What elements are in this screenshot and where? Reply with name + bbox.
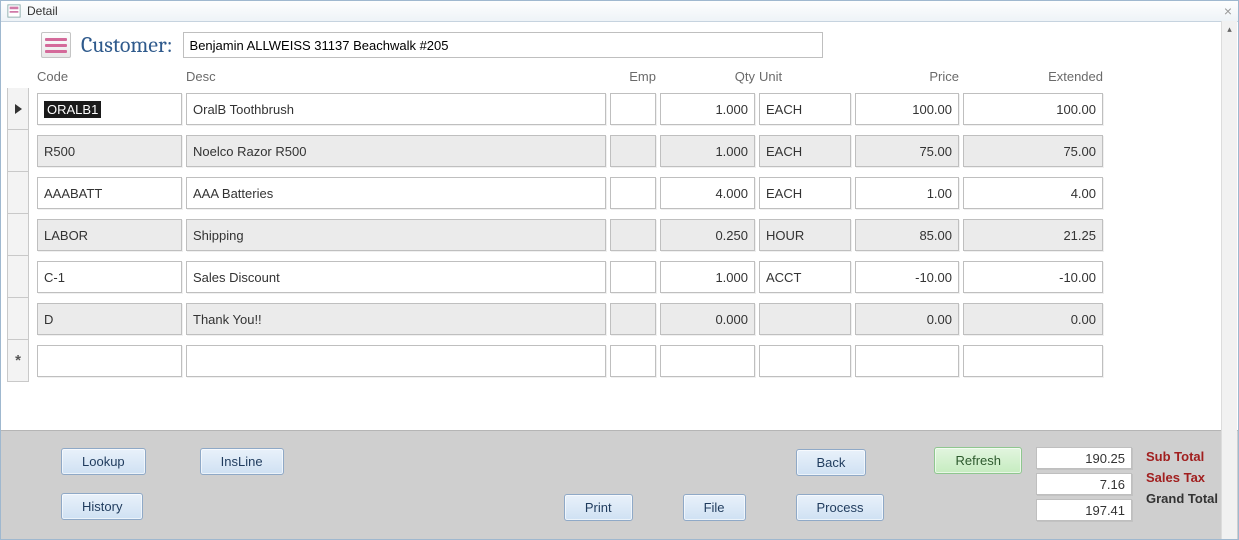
lookup-button[interactable]: Lookup (61, 448, 146, 475)
cell-code[interactable]: C-1 (37, 261, 182, 293)
cell-ext[interactable]: 4.00 (963, 177, 1103, 209)
cell-unit[interactable] (759, 303, 851, 335)
subtotal-label: Sub Total (1146, 449, 1218, 464)
row-selector[interactable] (7, 214, 29, 256)
grandtotal-value: 197.41 (1036, 499, 1132, 521)
col-header-unit: Unit (759, 69, 851, 84)
col-header-desc: Desc (186, 69, 606, 84)
cell-ext[interactable]: 75.00 (963, 135, 1103, 167)
table-row[interactable]: LABORShipping 0.250HOUR85.0021.25 (37, 214, 1128, 256)
cell-qty[interactable]: 1.000 (660, 135, 755, 167)
footer-bar: Lookup InsLine History Print File Back P… (1, 430, 1238, 539)
grandtotal-label: Grand Total (1146, 491, 1218, 506)
table-row[interactable]: ORALB1OralB Toothbrush1.000EACH100.00100… (37, 88, 1128, 130)
cell-code[interactable]: R500 (37, 135, 182, 167)
cell-qty[interactable]: 1.000 (660, 93, 755, 125)
row-selector[interactable] (7, 172, 29, 214)
cell-desc[interactable]: OralB Toothbrush (186, 93, 606, 125)
table-row[interactable]: C-1Sales Discount1.000ACCT-10.00-10.00 (37, 256, 1128, 298)
cell-desc[interactable]: Noelco Razor R500 (186, 135, 606, 167)
cell-ext[interactable]: 21.25 (963, 219, 1103, 251)
vertical-scrollbar[interactable]: ▴ (1221, 21, 1237, 539)
titlebar: Detail × (1, 1, 1238, 22)
detail-window: Detail × Customer: * Code Desc Emp Qty U… (0, 0, 1239, 540)
customer-label: Customer: (81, 32, 173, 58)
scroll-up-icon[interactable]: ▴ (1222, 21, 1237, 37)
insline-button[interactable]: InsLine (200, 448, 284, 475)
cell-ext[interactable]: -10.00 (963, 261, 1103, 293)
cell-code[interactable]: ORALB1 (37, 93, 182, 125)
salestax-value: 7.16 (1036, 473, 1132, 495)
cell-desc[interactable]: Shipping (186, 219, 606, 251)
cell-qty[interactable]: 4.000 (660, 177, 755, 209)
cell-emp[interactable] (610, 261, 656, 293)
cell-ext[interactable]: 100.00 (963, 93, 1103, 125)
table-row[interactable]: R500Noelco Razor R5001.000EACH75.0075.00 (37, 130, 1128, 172)
col-header-price: Price (855, 69, 959, 84)
cell-price[interactable]: 100.00 (855, 93, 959, 125)
table-row[interactable]: AAABATTAAA Batteries 4.000EACH1.004.00 (37, 172, 1128, 214)
row-selector[interactable] (7, 256, 29, 298)
cell-ext[interactable] (963, 345, 1103, 377)
cell-emp[interactable] (610, 135, 656, 167)
cell-code[interactable]: AAABATT (37, 177, 182, 209)
cell-desc[interactable]: Sales Discount (186, 261, 606, 293)
col-header-emp: Emp (610, 69, 656, 84)
file-button[interactable]: File (683, 494, 746, 521)
row-selector-column: * (7, 64, 29, 382)
form-body: Customer: * Code Desc Emp Qty Unit Price… (1, 22, 1238, 539)
cell-unit[interactable]: ACCT (759, 261, 851, 293)
new-row-selector[interactable]: * (7, 340, 29, 382)
col-header-qty: Qty (660, 69, 755, 84)
cell-price[interactable]: -10.00 (855, 261, 959, 293)
process-button[interactable]: Process (796, 494, 885, 521)
cell-code[interactable]: D (37, 303, 182, 335)
cell-desc[interactable]: AAA Batteries (186, 177, 606, 209)
refresh-button[interactable]: Refresh (934, 447, 1022, 474)
line-items-grid: Code Desc Emp Qty Unit Price Extended OR… (29, 64, 1238, 382)
cell-price[interactable]: 75.00 (855, 135, 959, 167)
subtotal-value: 190.25 (1036, 447, 1132, 469)
cell-emp[interactable] (610, 345, 656, 377)
cell-emp[interactable] (610, 219, 656, 251)
cell-unit[interactable]: EACH (759, 93, 851, 125)
cell-price[interactable] (855, 345, 959, 377)
cell-qty[interactable] (660, 345, 755, 377)
cell-unit[interactable]: EACH (759, 177, 851, 209)
window-title: Detail (27, 4, 58, 18)
cell-unit[interactable] (759, 345, 851, 377)
cell-price[interactable]: 0.00 (855, 303, 959, 335)
close-icon[interactable]: × (1224, 3, 1232, 19)
col-header-extended: Extended (963, 69, 1103, 84)
form-icon (41, 32, 71, 58)
cell-code[interactable]: LABOR (37, 219, 182, 251)
cell-price[interactable]: 85.00 (855, 219, 959, 251)
table-row[interactable]: DThank You!! 0.000 0.000.00 (37, 298, 1128, 340)
cell-unit[interactable]: HOUR (759, 219, 851, 251)
row-selector[interactable] (7, 130, 29, 172)
cell-price[interactable]: 1.00 (855, 177, 959, 209)
cell-qty[interactable]: 1.000 (660, 261, 755, 293)
cell-desc[interactable] (186, 345, 606, 377)
table-row[interactable] (37, 340, 1128, 382)
cell-qty[interactable]: 0.250 (660, 219, 755, 251)
cell-unit[interactable]: EACH (759, 135, 851, 167)
cell-emp[interactable] (610, 177, 656, 209)
cell-emp[interactable] (610, 303, 656, 335)
print-button[interactable]: Print (564, 494, 633, 521)
row-selector[interactable] (7, 88, 29, 130)
row-selector[interactable] (7, 298, 29, 340)
cell-code[interactable] (37, 345, 182, 377)
cell-qty[interactable]: 0.000 (660, 303, 755, 335)
back-button[interactable]: Back (796, 449, 867, 476)
cell-emp[interactable] (610, 93, 656, 125)
form-icon-small (7, 4, 21, 18)
cell-ext[interactable]: 0.00 (963, 303, 1103, 335)
col-header-code: Code (37, 69, 182, 84)
history-button[interactable]: History (61, 493, 143, 520)
cell-desc[interactable]: Thank You!! (186, 303, 606, 335)
customer-input[interactable] (183, 32, 823, 58)
salestax-label: Sales Tax (1146, 470, 1218, 485)
